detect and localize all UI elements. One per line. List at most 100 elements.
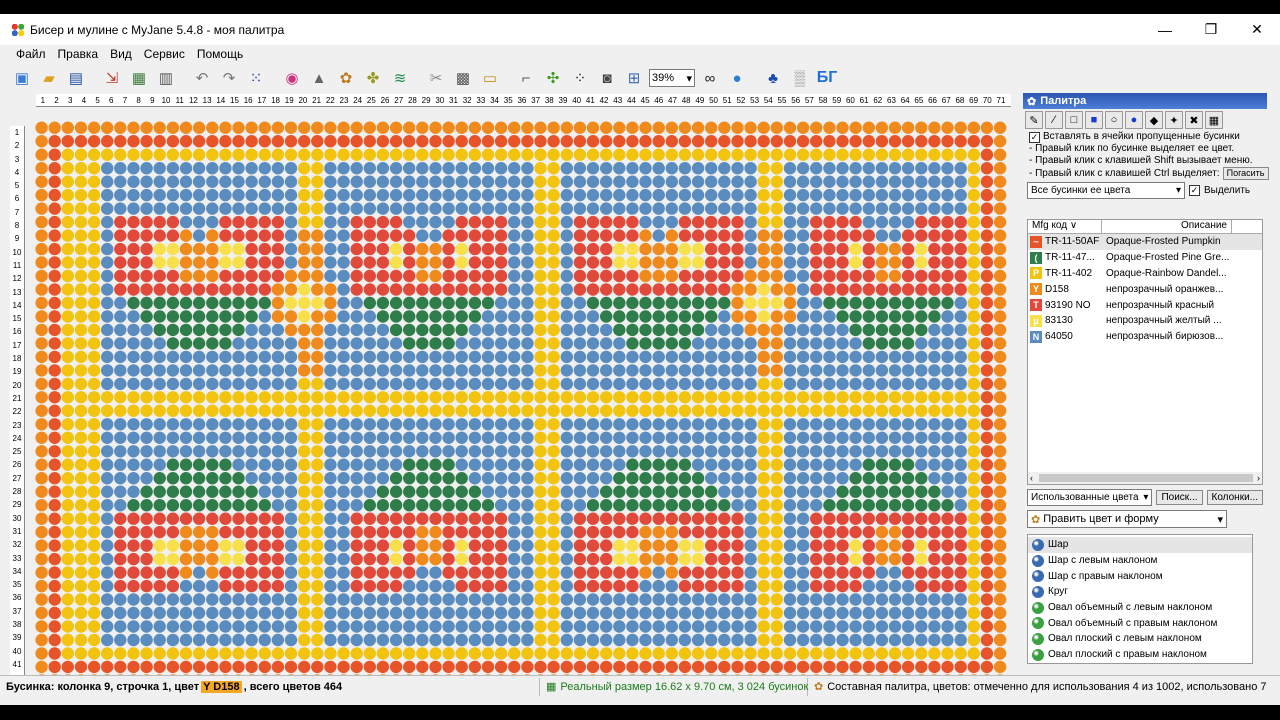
- bead[interactable]: [573, 310, 587, 323]
- bead[interactable]: [796, 202, 810, 215]
- bead[interactable]: [626, 499, 639, 512]
- line-icon[interactable]: ⁄: [1045, 111, 1063, 129]
- bead[interactable]: [481, 337, 495, 350]
- bead[interactable]: [652, 121, 665, 134]
- bead[interactable]: [324, 445, 337, 458]
- bead[interactable]: [298, 552, 311, 566]
- bead[interactable]: [705, 229, 718, 242]
- bead[interactable]: [350, 485, 363, 498]
- bead[interactable]: [324, 404, 337, 417]
- bead[interactable]: [849, 377, 862, 391]
- bead[interactable]: [245, 162, 258, 175]
- bead[interactable]: [494, 148, 508, 161]
- bead[interactable]: [849, 229, 862, 242]
- bead[interactable]: [810, 148, 823, 161]
- bead[interactable]: [87, 660, 101, 674]
- bead[interactable]: [153, 499, 166, 512]
- bead[interactable]: [245, 445, 258, 458]
- dots-icon[interactable]: ⁘: [568, 66, 592, 90]
- bead[interactable]: [770, 552, 783, 566]
- bead[interactable]: [481, 269, 495, 283]
- bead[interactable]: [652, 418, 665, 431]
- bead[interactable]: [757, 391, 770, 404]
- bead[interactable]: [744, 620, 757, 633]
- bead[interactable]: [416, 552, 429, 566]
- bead[interactable]: [311, 431, 324, 444]
- bead[interactable]: [547, 391, 560, 404]
- bead[interactable]: [376, 121, 390, 134]
- bead[interactable]: [192, 175, 206, 188]
- bead[interactable]: [705, 620, 718, 633]
- bead[interactable]: [350, 148, 363, 161]
- bead[interactable]: [586, 269, 600, 283]
- bead[interactable]: [74, 242, 88, 256]
- bead[interactable]: [494, 364, 508, 377]
- bead[interactable]: [980, 364, 994, 377]
- bead[interactable]: [836, 472, 849, 485]
- bead[interactable]: [718, 391, 731, 404]
- bead[interactable]: [770, 310, 783, 323]
- bead[interactable]: [468, 256, 482, 269]
- bead[interactable]: [192, 162, 206, 175]
- bead[interactable]: [967, 350, 980, 364]
- bead[interactable]: [101, 606, 114, 620]
- bead[interactable]: [284, 350, 298, 364]
- bead[interactable]: [258, 377, 271, 391]
- bead[interactable]: [245, 566, 258, 579]
- bead[interactable]: [875, 175, 889, 188]
- bead[interactable]: [836, 660, 849, 674]
- bead[interactable]: [849, 296, 862, 310]
- bead[interactable]: [232, 660, 245, 674]
- bead[interactable]: [416, 458, 429, 471]
- bead[interactable]: [586, 445, 600, 458]
- bead[interactable]: [48, 323, 61, 337]
- bead[interactable]: [429, 135, 442, 148]
- bead[interactable]: [284, 579, 298, 593]
- bead[interactable]: [179, 256, 193, 269]
- bead[interactable]: [665, 633, 678, 647]
- shape-item[interactable]: Овал плоский с левым наклоном: [1028, 631, 1252, 647]
- bead[interactable]: [626, 445, 639, 458]
- bead[interactable]: [915, 215, 928, 229]
- bead[interactable]: [757, 121, 770, 134]
- bead[interactable]: [179, 188, 193, 202]
- bead[interactable]: [915, 660, 928, 674]
- bead[interactable]: [192, 552, 206, 566]
- bead[interactable]: [652, 472, 665, 485]
- bead[interactable]: [836, 296, 849, 310]
- bead[interactable]: [179, 660, 193, 674]
- bead[interactable]: [560, 256, 573, 269]
- bead[interactable]: [915, 431, 928, 444]
- bead[interactable]: [74, 579, 88, 593]
- export-pdf-icon[interactable]: ⇲: [100, 66, 124, 90]
- bead[interactable]: [403, 525, 416, 539]
- bead[interactable]: [652, 310, 665, 323]
- bead[interactable]: [639, 593, 652, 606]
- bead[interactable]: [140, 431, 153, 444]
- bead[interactable]: [967, 337, 980, 350]
- bead[interactable]: [639, 175, 652, 188]
- bead[interactable]: [639, 485, 652, 498]
- bead[interactable]: [324, 162, 337, 175]
- bead[interactable]: [836, 202, 849, 215]
- bead[interactable]: [600, 350, 613, 364]
- bead[interactable]: [389, 202, 403, 215]
- bead[interactable]: [626, 148, 639, 161]
- bead[interactable]: [114, 499, 127, 512]
- bead[interactable]: [626, 337, 639, 350]
- bead[interactable]: [363, 431, 376, 444]
- bead[interactable]: [127, 242, 140, 256]
- bead[interactable]: [48, 647, 61, 660]
- bead[interactable]: [363, 579, 376, 593]
- bead[interactable]: [455, 620, 468, 633]
- bead[interactable]: [783, 566, 797, 579]
- bead[interactable]: [810, 242, 823, 256]
- bead[interactable]: [179, 135, 193, 148]
- bead[interactable]: [875, 566, 889, 579]
- bead[interactable]: [783, 337, 797, 350]
- bead[interactable]: [993, 512, 1007, 525]
- bead[interactable]: [586, 242, 600, 256]
- bead[interactable]: [731, 337, 744, 350]
- bead[interactable]: [744, 148, 757, 161]
- bead[interactable]: [271, 566, 285, 579]
